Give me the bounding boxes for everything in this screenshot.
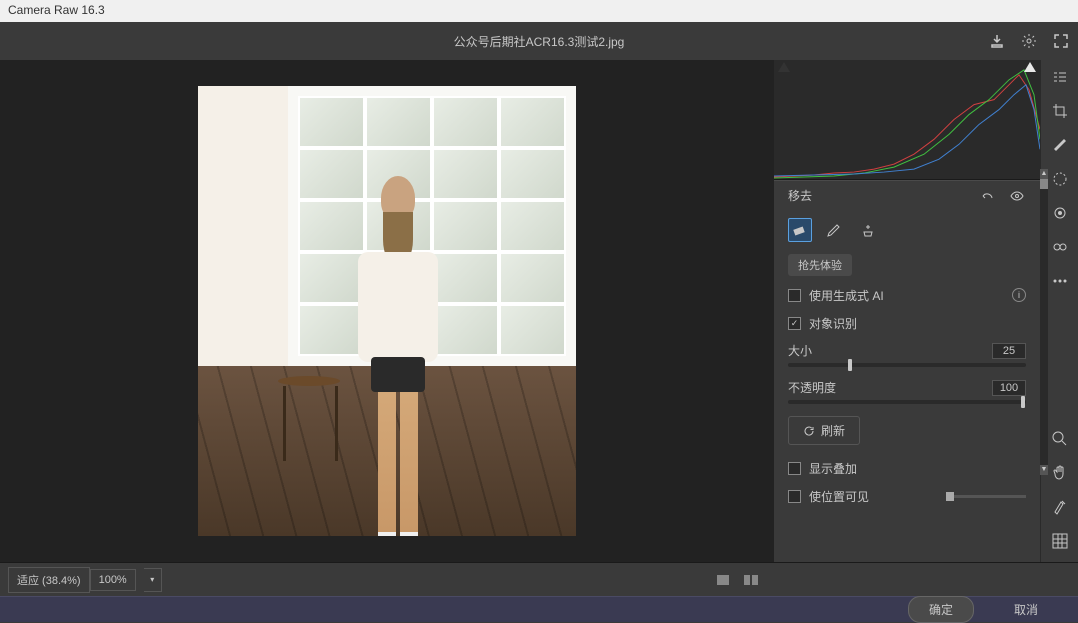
more-icon[interactable] [1051,272,1069,290]
zoom-100-button[interactable]: 100% [90,569,136,591]
dialog-footer: 确定 取消 [0,596,1078,622]
sampler-tool-icon[interactable] [1051,498,1069,516]
hand-tool-icon[interactable] [1051,464,1069,482]
snapshot-tool-icon[interactable] [1051,238,1069,256]
panel-scrollbar[interactable]: ▲ ▼ [1040,175,1048,475]
zoom-tool-icon[interactable] [1051,430,1069,448]
image-preview-area[interactable] [0,60,774,562]
position-slider[interactable] [946,495,1026,498]
gear-icon[interactable] [1020,32,1038,50]
heal-nav-icon[interactable] [1051,136,1069,154]
crop-tool-icon[interactable] [1051,102,1069,120]
document-toolbar: 公众号后期社ACR16.3测试2.jpg [0,22,1078,60]
grid-tool-icon[interactable] [1051,532,1069,550]
clone-tool-button[interactable] [856,218,880,242]
fullscreen-icon[interactable] [1052,32,1070,50]
use-generative-checkbox[interactable] [788,289,801,302]
scroll-up-icon[interactable]: ▲ [1040,169,1048,179]
object-aware-checkbox[interactable] [788,317,801,330]
opacity-slider[interactable] [788,400,1026,404]
bottom-bar: 适应 (38.4%) 100% ▾ [0,562,1078,596]
highlight-clip-icon[interactable] [1024,62,1036,72]
mask-tool-icon[interactable] [1051,170,1069,188]
show-overlay-label: 显示叠加 [809,460,857,477]
document-filename: 公众号后期社ACR16.3测试2.jpg [454,33,625,50]
position-visible-checkbox[interactable] [788,490,801,503]
size-slider[interactable] [788,363,1026,367]
remove-tool-button[interactable] [788,218,812,242]
edit-tool-icon[interactable] [1051,68,1069,86]
eye-icon[interactable] [1008,187,1026,205]
app-titlebar: Camera Raw 16.3 [0,0,1078,22]
photo-preview [198,86,576,536]
scroll-down-icon[interactable]: ▼ [1040,465,1048,475]
panel-title: 移去 [788,187,812,204]
ok-button[interactable]: 确定 [908,596,974,623]
cancel-button[interactable]: 取消 [994,597,1058,622]
single-view-icon[interactable] [714,571,732,589]
opacity-value[interactable]: 100 [992,380,1026,396]
scrollbar-thumb[interactable] [1040,179,1048,189]
refresh-label: 刷新 [821,422,845,439]
compare-view-icon[interactable] [742,571,760,589]
early-access-badge: 抢先体验 [788,254,852,276]
remove-panel-body: ▲ ▼ 抢先体验 使用生成式 AI i 对象识别 大小 [774,210,1040,562]
show-overlay-checkbox[interactable] [788,462,801,475]
heal-tool-button[interactable] [822,218,846,242]
refresh-button[interactable]: 刷新 [788,416,860,445]
refresh-icon [803,425,815,437]
info-icon[interactable]: i [1012,288,1026,302]
download-icon[interactable] [988,32,1006,50]
object-aware-label: 对象识别 [809,315,857,332]
position-visible-label: 使位置可见 [809,488,869,505]
app-title: Camera Raw 16.3 [8,3,105,17]
redeye-tool-icon[interactable] [1051,204,1069,222]
histogram[interactable] [774,60,1040,180]
zoom-dropdown-icon[interactable]: ▾ [144,568,162,592]
shadow-clip-icon[interactable] [778,62,790,72]
size-label: 大小 [788,342,812,359]
size-value[interactable]: 25 [992,343,1026,359]
zoom-fit-button[interactable]: 适应 (38.4%) [8,567,90,593]
opacity-label: 不透明度 [788,379,836,396]
remove-panel-header: 移去 [774,180,1040,210]
use-generative-label: 使用生成式 AI [809,287,884,304]
undo-icon[interactable] [978,187,996,205]
